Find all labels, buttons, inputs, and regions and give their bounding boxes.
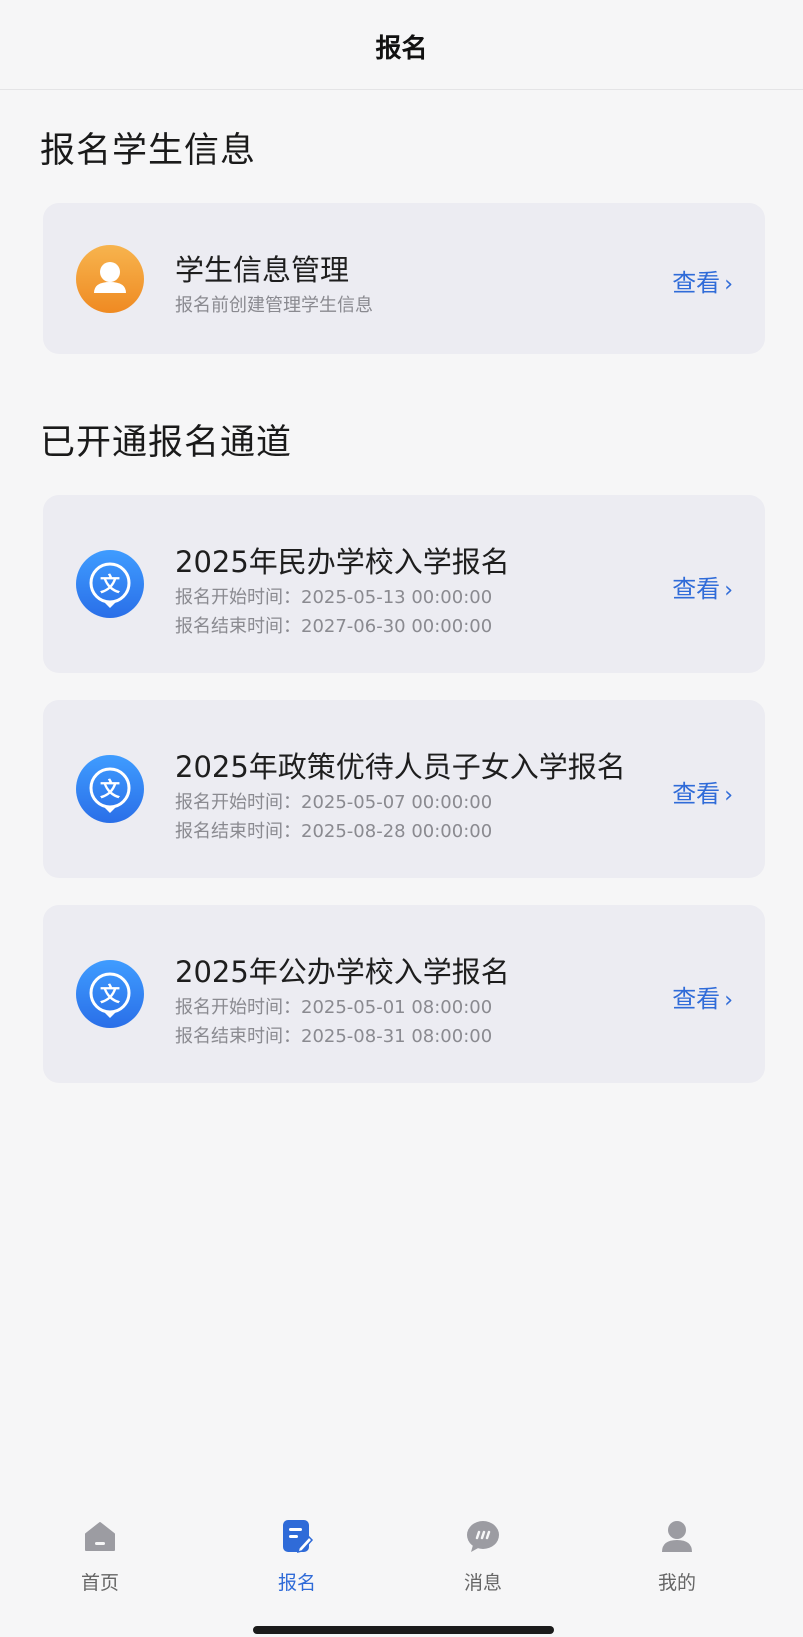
- chevron-right-icon: ›: [724, 988, 733, 1013]
- user-icon: [662, 1521, 692, 1552]
- channel-title: 2025年民办学校入学报名: [175, 545, 510, 579]
- view-label: 查看: [672, 985, 721, 1013]
- view-label: 查看: [672, 269, 721, 297]
- channel-end-time: 报名结束时间：2025-08-28 00:00:00: [175, 821, 493, 842]
- channel-end-time: 报名结束时间：2025-08-31 08:00:00: [175, 1026, 493, 1047]
- home-icon: [85, 1522, 115, 1551]
- svg-text:文: 文: [100, 982, 121, 1006]
- tab-messages[interactable]: 消息: [433, 1518, 533, 1595]
- student-view-button[interactable]: 查看 ›: [672, 263, 733, 298]
- svg-text:文: 文: [100, 777, 121, 801]
- tab-home[interactable]: 首页: [50, 1518, 150, 1595]
- channel-view-button[interactable]: 查看 ›: [672, 569, 733, 604]
- channel-card[interactable]: 文 2025年政策优待人员子女入学报名 报名开始时间：2025-05-07 00…: [43, 700, 765, 878]
- channel-badge-icon: 文: [76, 550, 144, 618]
- chat-bubble-icon: [467, 1521, 499, 1552]
- form-edit-icon: [283, 1520, 314, 1554]
- tab-label: 消息: [463, 1572, 502, 1594]
- channel-title: 2025年公办学校入学报名: [175, 955, 510, 989]
- home-indicator: [253, 1626, 554, 1634]
- student-avatar-icon: [76, 245, 144, 313]
- student-card-subtitle: 报名前创建管理学生信息: [175, 295, 373, 316]
- channel-view-button[interactable]: 查看 ›: [672, 774, 733, 809]
- channel-end-time: 报名结束时间：2027-06-30 00:00:00: [175, 616, 493, 637]
- tab-register[interactable]: 报名: [247, 1518, 347, 1595]
- tab-label: 报名: [277, 1572, 316, 1594]
- student-info-card[interactable]: 学生信息管理 报名前创建管理学生信息 查看 ›: [43, 203, 765, 354]
- channel-title: 2025年政策优待人员子女入学报名: [175, 750, 626, 784]
- tab-label: 我的: [657, 1572, 696, 1594]
- bottom-tab-bar: 首页 报名 消息 我的: [0, 1500, 803, 1637]
- channel-badge-icon: 文: [76, 960, 144, 1028]
- view-label: 查看: [672, 575, 721, 603]
- chevron-right-icon: ›: [724, 578, 733, 603]
- chevron-right-icon: ›: [724, 783, 733, 808]
- chevron-right-icon: ›: [724, 272, 733, 297]
- top-nav-bar: 报名: [0, 0, 803, 90]
- channel-start-time: 报名开始时间：2025-05-01 08:00:00: [175, 997, 493, 1018]
- channel-badge-icon: 文: [76, 755, 144, 823]
- svg-text:文: 文: [100, 572, 121, 596]
- tab-label: 首页: [80, 1572, 119, 1594]
- channels-section-title: 已开通报名通道: [40, 423, 293, 463]
- student-card-title: 学生信息管理: [175, 253, 350, 287]
- view-label: 查看: [672, 780, 721, 808]
- channel-start-time: 报名开始时间：2025-05-07 00:00:00: [175, 792, 493, 813]
- channel-start-time: 报名开始时间：2025-05-13 00:00:00: [175, 587, 493, 608]
- channel-card[interactable]: 文 2025年公办学校入学报名 报名开始时间：2025-05-01 08:00:…: [43, 905, 765, 1083]
- tab-mine[interactable]: 我的: [627, 1518, 727, 1595]
- student-section-title: 报名学生信息: [40, 131, 257, 171]
- channel-view-button[interactable]: 查看 ›: [672, 979, 733, 1014]
- channel-card[interactable]: 文 2025年民办学校入学报名 报名开始时间：2025-05-13 00:00:…: [43, 495, 765, 673]
- page-title: 报名: [375, 34, 428, 64]
